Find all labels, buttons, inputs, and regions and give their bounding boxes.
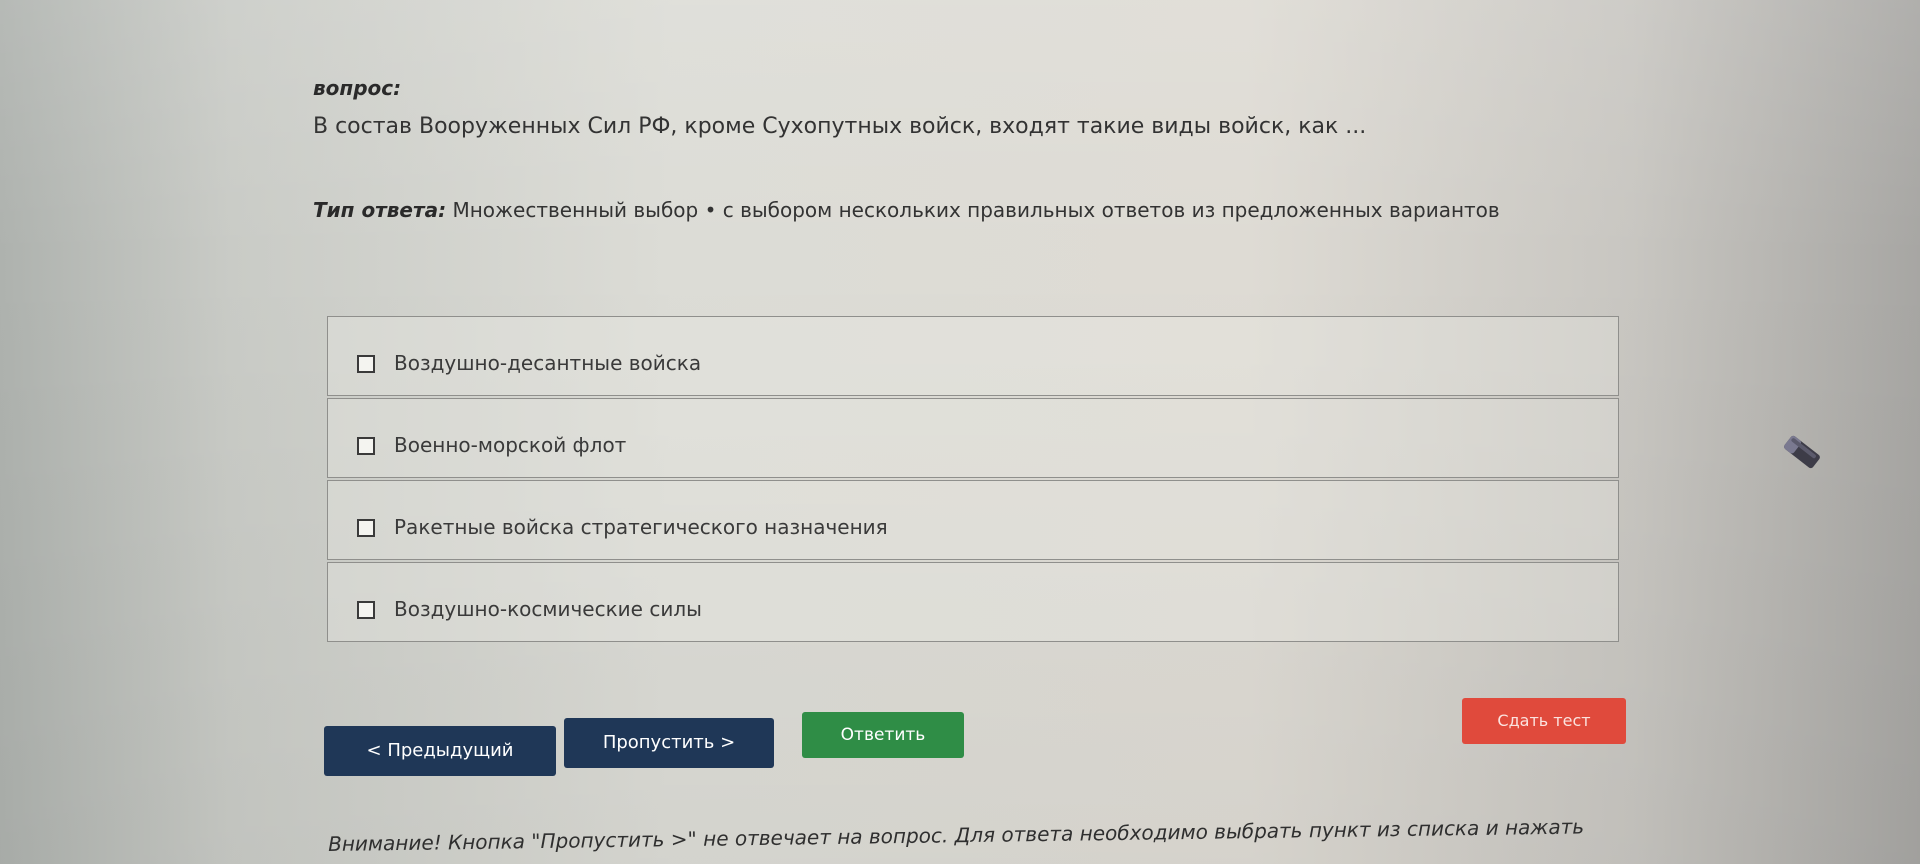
previous-button[interactable]: < Предыдущий: [324, 726, 556, 776]
checkbox[interactable]: [357, 355, 375, 373]
options-list: Воздушно-десантные войска Военно-морской…: [327, 316, 1619, 644]
skip-button[interactable]: Пропустить >: [564, 718, 774, 768]
answer-button[interactable]: Ответить: [802, 712, 964, 758]
checkbox[interactable]: [357, 601, 375, 619]
checkbox[interactable]: [357, 519, 375, 537]
option-label: Военно-морской флот: [394, 433, 627, 457]
option-item[interactable]: Военно-морской флот: [327, 398, 1619, 478]
answer-type-label: Тип ответа:: [313, 198, 447, 222]
checkbox[interactable]: [357, 437, 375, 455]
option-item[interactable]: Воздушно-десантные войска: [327, 316, 1619, 396]
question-label: вопрос:: [313, 76, 402, 100]
question-text: В состав Вооруженных Сил РФ, кроме Сухоп…: [313, 114, 1367, 139]
option-label: Ракетные войска стратегического назначен…: [394, 515, 888, 539]
option-label: Воздушно-космические силы: [394, 597, 702, 621]
eraser-icon: [1784, 435, 1820, 469]
submit-test-button[interactable]: Сдать тест: [1462, 698, 1626, 744]
answer-type-value: Множественный выбор • с выбором нескольк…: [452, 198, 1500, 222]
warning-note: Внимание! Кнопка "Пропустить >" не отвеч…: [328, 814, 1585, 856]
option-label: Воздушно-десантные войска: [394, 351, 702, 375]
answer-type: Тип ответа: Множественный выбор • с выбо…: [313, 198, 1500, 222]
option-item[interactable]: Воздушно-космические силы: [327, 562, 1619, 642]
option-item[interactable]: Ракетные войска стратегического назначен…: [327, 480, 1619, 560]
